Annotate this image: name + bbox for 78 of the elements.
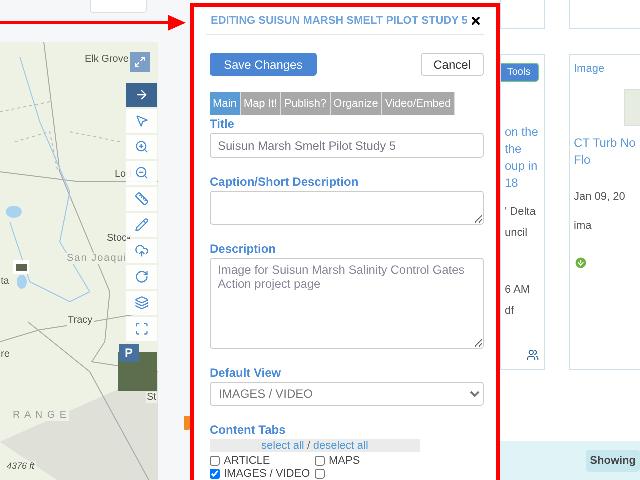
checkbox-label: IMAGES / VIDEO (224, 468, 310, 480)
map-label: R A N G E (12, 410, 69, 421)
field-label: Description (210, 242, 278, 256)
ruler-button[interactable] (126, 187, 157, 211)
refresh-button[interactable] (126, 265, 157, 289)
tab[interactable]: Video/Embed (382, 92, 456, 116)
field-label: Caption/Short Description (210, 175, 360, 190)
expand-button[interactable] (130, 52, 150, 72)
map-label: San Joaqui (66, 253, 128, 264)
basemap-button[interactable]: P (119, 344, 139, 362)
pencil-icon (134, 218, 148, 232)
map-label: re (0, 349, 11, 360)
checkbox[interactable] (210, 469, 220, 479)
title-field[interactable]: Suisun Marsh Smelt Pilot Study 5 (210, 133, 484, 158)
image-thumbnail[interactable] (624, 89, 640, 126)
card-background (569, 0, 640, 29)
card-title[interactable]: the (505, 142, 540, 157)
card-meta: ' Delta (505, 204, 537, 220)
separator-text: / (307, 440, 310, 452)
card-title[interactable]: oup in (505, 158, 540, 174)
map-label: Tracy (67, 315, 94, 326)
map-label: ta (0, 276, 10, 287)
group-icon (526, 348, 540, 361)
tab[interactable]: Main (210, 92, 241, 116)
card-meta: ima (574, 219, 593, 234)
map-label: 4376 ft (6, 461, 36, 471)
layers-icon (134, 296, 148, 310)
cancel-button[interactable]: Cancel (420, 53, 484, 76)
fullscreen-icon (134, 322, 148, 336)
card-meta: df (505, 304, 516, 319)
card-title[interactable]: 18 (505, 176, 540, 191)
fullscreen-button[interactable] (126, 317, 157, 341)
checkbox-label: ARTICLE (224, 455, 270, 467)
zoom-out-icon (134, 166, 148, 180)
checkbox-label: MAPS (329, 455, 360, 467)
showing-badge: Showing (586, 450, 640, 472)
select-all-link[interactable]: select all (262, 440, 304, 452)
arrow-right-icon (134, 88, 148, 102)
card-title[interactable]: on the (505, 124, 540, 140)
save-button[interactable]: Save Changes (210, 53, 317, 76)
default-view-select[interactable]: IMAGES / VIDEO (210, 382, 484, 406)
card-background (500, 0, 545, 29)
tab[interactable]: Organize (330, 92, 382, 116)
zoom-in-icon (134, 140, 148, 154)
close-icon[interactable] (470, 14, 482, 27)
card-date: Jan 09, 20 (574, 190, 626, 205)
map-label: Elk Grove (84, 54, 130, 65)
description-field[interactable]: Image for Suisun Marsh Salinity Control Gates Action project page (210, 258, 484, 350)
deselect-all-link[interactable]: deselect all (313, 440, 368, 452)
ruler-icon (134, 192, 148, 206)
field-label: Title (210, 117, 236, 132)
card-meta: uncil (505, 226, 529, 241)
photo-marker-icon[interactable] (13, 260, 29, 274)
cloud-upload-icon (134, 244, 148, 258)
pointer-icon (134, 114, 148, 128)
layers-button[interactable] (126, 291, 157, 315)
tools-button[interactable]: Tools (501, 63, 539, 82)
notice-icon (184, 416, 190, 430)
arrow-right-button[interactable] (126, 83, 157, 107)
download-icon[interactable] (574, 256, 588, 270)
dialog-title: EDITING SUISUN MARSH SMELT PILOT STUDY 5 (211, 14, 468, 27)
checkbox[interactable] (315, 469, 325, 479)
card-type: Image (574, 63, 606, 75)
field-label: Default View (210, 366, 282, 380)
map-label: St (146, 392, 158, 403)
pointer-button[interactable] (126, 109, 157, 133)
tab[interactable]: Map It! (240, 92, 282, 116)
tab[interactable]: Publish? (281, 92, 331, 116)
card-title[interactable]: Flo (574, 153, 640, 168)
card-title[interactable]: CT Turb No (574, 136, 640, 151)
checkbox[interactable] (315, 456, 325, 466)
zoom-in-button[interactable] (126, 135, 157, 159)
field-label: Content Tabs (210, 423, 287, 438)
checkbox[interactable] (210, 456, 220, 466)
card-meta: 6 AM (505, 282, 532, 298)
expand-icon (134, 56, 146, 68)
caption-field[interactable] (210, 191, 484, 226)
refresh-icon (134, 270, 148, 284)
